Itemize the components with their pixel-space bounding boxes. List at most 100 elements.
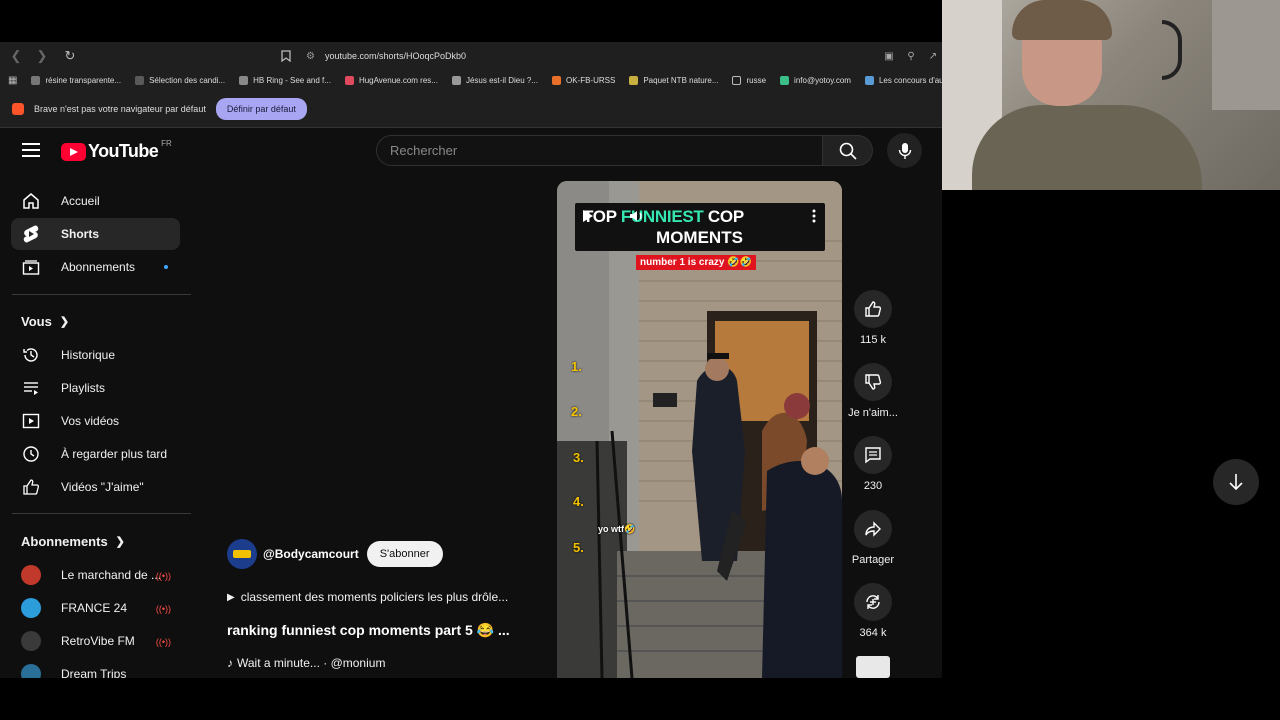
like-button[interactable] xyxy=(854,290,892,328)
bookmark-favicon xyxy=(239,75,249,85)
reload-icon[interactable]: ↻ xyxy=(60,46,80,66)
back-icon[interactable]: ❮ xyxy=(6,46,26,66)
channel-avatar[interactable] xyxy=(227,539,257,569)
logo-text: YouTube xyxy=(88,141,159,161)
webcam-person-body xyxy=(972,105,1202,190)
play-icon[interactable] xyxy=(581,209,595,223)
shorts-icon xyxy=(21,224,41,244)
sidebar-item-history[interactable]: Historique xyxy=(11,339,180,371)
channel-avatar xyxy=(21,598,41,618)
bookmark-item[interactable]: HB Ring - See and f... xyxy=(239,75,331,85)
microphone-icon xyxy=(898,142,911,159)
sidebar-item-playlists[interactable]: Playlists xyxy=(11,372,180,404)
youtube-logo[interactable]: YouTube FR xyxy=(61,139,172,162)
sidebar-channel-item[interactable]: Dream Trips xyxy=(11,658,180,678)
bookmark-item[interactable]: Les concours d'aute... xyxy=(864,75,942,85)
music-row[interactable]: ♪ Wait a minute... · @monium xyxy=(227,656,547,670)
rank-number: 3. xyxy=(573,450,584,465)
set-default-button[interactable]: Définir par défaut xyxy=(215,97,307,120)
remix-button[interactable] xyxy=(854,583,892,621)
comments-action: 230 xyxy=(845,436,901,492)
description-row[interactable]: ▶ classement des moments policiers les p… xyxy=(227,590,547,604)
bookmark-favicon xyxy=(31,75,41,85)
sidebar-item-your-videos[interactable]: Vos vidéos xyxy=(11,405,180,437)
hamburger-menu-icon[interactable] xyxy=(22,143,40,157)
sidebar-item-label: Shorts xyxy=(61,227,100,241)
cast-icon[interactable]: ▣ xyxy=(884,51,894,62)
channel-label: RetroVibe FM xyxy=(61,634,135,648)
channel-row: @Bodycamcourt S'abonner xyxy=(227,538,547,570)
sidebar-item-shorts[interactable]: Shorts xyxy=(11,218,180,250)
sound-thumbnail[interactable] xyxy=(856,656,890,678)
sidebar-item-subscriptions[interactable]: Abonnements xyxy=(11,251,180,283)
sidebar-channel-item[interactable]: Le marchand de ... ((•)) xyxy=(11,559,180,591)
sidebar-item-liked-videos[interactable]: Vidéos "J'aime" xyxy=(11,471,180,503)
folder-icon xyxy=(732,75,742,85)
rank-number: 4. xyxy=(573,494,584,509)
video-caption: yo wtf🤣 xyxy=(598,524,636,534)
forward-icon[interactable]: ❯ xyxy=(32,46,52,66)
bookmark-icon[interactable] xyxy=(276,46,296,66)
region-code: FR xyxy=(161,139,172,148)
bookmark-label: résine transparente... xyxy=(45,75,122,85)
you-section-heading[interactable]: Vous ❯ xyxy=(21,314,69,329)
sidebar-channel-item[interactable]: FRANCE 24 ((•)) xyxy=(11,592,180,624)
rank-number: 5. xyxy=(573,540,584,555)
sidebar: Accueil Shorts Abonnements Vous ❯ Histor… xyxy=(0,184,195,678)
next-short-button[interactable] xyxy=(1213,459,1259,505)
bookmark-item[interactable]: Paquet NTB nature... xyxy=(629,75,718,85)
bookmark-item[interactable]: info@yotoy.com xyxy=(780,75,851,85)
like-count: 115 k xyxy=(859,334,887,346)
more-options-icon[interactable] xyxy=(811,208,817,224)
subscribe-button[interactable]: S'abonner xyxy=(366,541,443,567)
bookmark-favicon xyxy=(135,75,145,85)
channel-label: Dream Trips xyxy=(61,667,127,678)
shorts-video-player[interactable]: TOP FUNNIEST COP MOMENTS number 1 is cra… xyxy=(557,181,842,678)
short-info: @Bodycamcourt S'abonner ▶ classement des… xyxy=(227,538,547,670)
address-bar[interactable]: ⚙ youtube.com/shorts/HOoqcPoDkb0 xyxy=(306,51,866,62)
share-icon xyxy=(865,521,881,537)
voice-search-button[interactable] xyxy=(887,133,922,168)
headset-icon xyxy=(1162,20,1182,80)
apps-grid-icon[interactable]: ▦ xyxy=(8,75,17,86)
sidebar-item-home[interactable]: Accueil xyxy=(11,185,180,217)
sidebar-divider xyxy=(12,294,191,295)
bookmark-folder[interactable]: russe xyxy=(732,75,766,85)
short-title[interactable]: ranking funniest cop moments part 5 😂 ..… xyxy=(227,622,547,639)
share-page-icon[interactable]: ↗ xyxy=(928,51,938,62)
channel-name[interactable]: @Bodycamcourt xyxy=(263,547,359,561)
bookmark-label: Les concours d'aute... xyxy=(878,75,942,85)
bookmark-favicon xyxy=(551,75,561,85)
play-triangle-icon: ▶ xyxy=(227,591,235,603)
dislike-button[interactable] xyxy=(854,363,892,401)
subscriptions-section-heading[interactable]: Abonnements ❯ xyxy=(21,534,125,549)
comments-button[interactable] xyxy=(854,436,892,474)
channel-avatar xyxy=(21,565,41,585)
new-content-dot xyxy=(164,265,168,269)
search-input[interactable] xyxy=(390,143,822,158)
bookmark-label: Jésus est-il Dieu ?... xyxy=(465,75,538,85)
sidebar-item-label: Abonnements xyxy=(61,260,136,274)
sidebar-channel-item[interactable]: RetroVibe FM ((•)) xyxy=(11,625,180,657)
sidebar-item-label: Vos vidéos xyxy=(61,414,120,428)
bookmark-item[interactable]: Sélection des candi... xyxy=(135,75,225,85)
brave-lion-icon xyxy=(12,102,24,115)
share-button[interactable] xyxy=(854,510,892,548)
site-settings-icon[interactable]: ⚙ xyxy=(306,51,315,62)
home-icon xyxy=(21,191,41,211)
bookmark-item[interactable]: résine transparente... xyxy=(31,75,122,85)
search-button[interactable] xyxy=(823,135,873,166)
volume-icon[interactable] xyxy=(629,209,645,223)
remix-count: 364 k xyxy=(859,627,887,639)
youtube-play-icon xyxy=(61,142,86,161)
webcam-overlay xyxy=(942,0,1280,190)
bookmark-item[interactable]: Jésus est-il Dieu ?... xyxy=(451,75,538,85)
search-icon xyxy=(839,142,857,160)
bookmark-item[interactable]: OK-FB-URSS xyxy=(551,75,615,85)
like-action: 115 k xyxy=(845,290,901,346)
sidebar-item-label: Accueil xyxy=(61,194,100,208)
sidebar-item-watch-later[interactable]: À regarder plus tard xyxy=(11,438,180,470)
zoom-icon[interactable]: ⚲ xyxy=(906,51,916,62)
bookmark-item[interactable]: HugAvenue.com res... xyxy=(344,75,438,85)
history-icon xyxy=(21,345,41,365)
